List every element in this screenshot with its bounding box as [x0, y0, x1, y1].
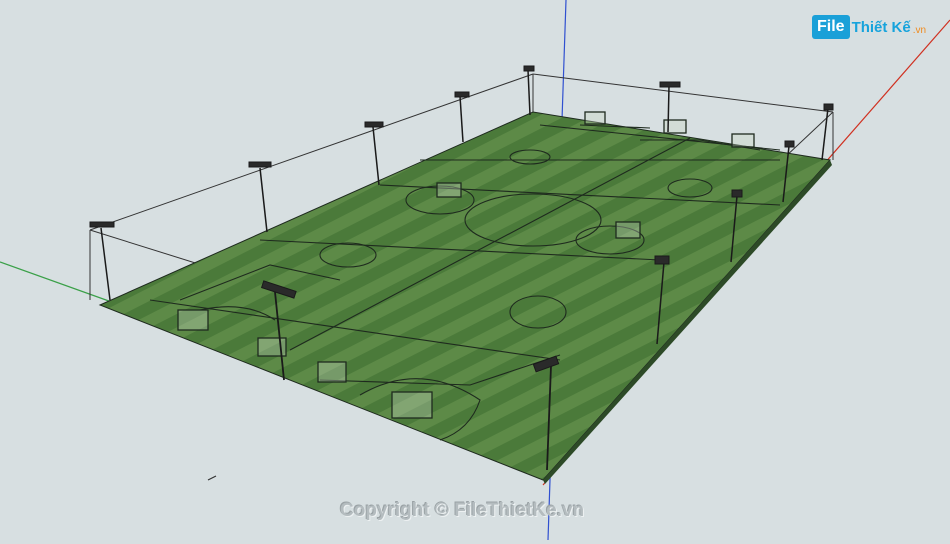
logo: File Thiết Kế .vn [812, 12, 926, 42]
goal [177, 309, 209, 331]
light-pole [821, 103, 834, 161]
goal [391, 391, 433, 419]
copyright-watermark: Copyright © FileThietKe.vn [340, 500, 585, 521]
goal [317, 361, 347, 383]
light-pole [89, 221, 115, 301]
goal [615, 221, 641, 239]
axis-green [0, 261, 121, 306]
logo-tld-text: .vn [912, 24, 927, 36]
soccer-field-model [0, 0, 950, 541]
model-viewport[interactable] [0, 0, 950, 541]
goal [584, 111, 606, 125]
logo-file-text: File [812, 15, 850, 39]
logo-brand-text: Thiết Kế [851, 18, 911, 36]
goal [436, 182, 462, 198]
axis-dash [207, 475, 217, 481]
goal [731, 133, 755, 148]
light-pole [364, 121, 384, 186]
